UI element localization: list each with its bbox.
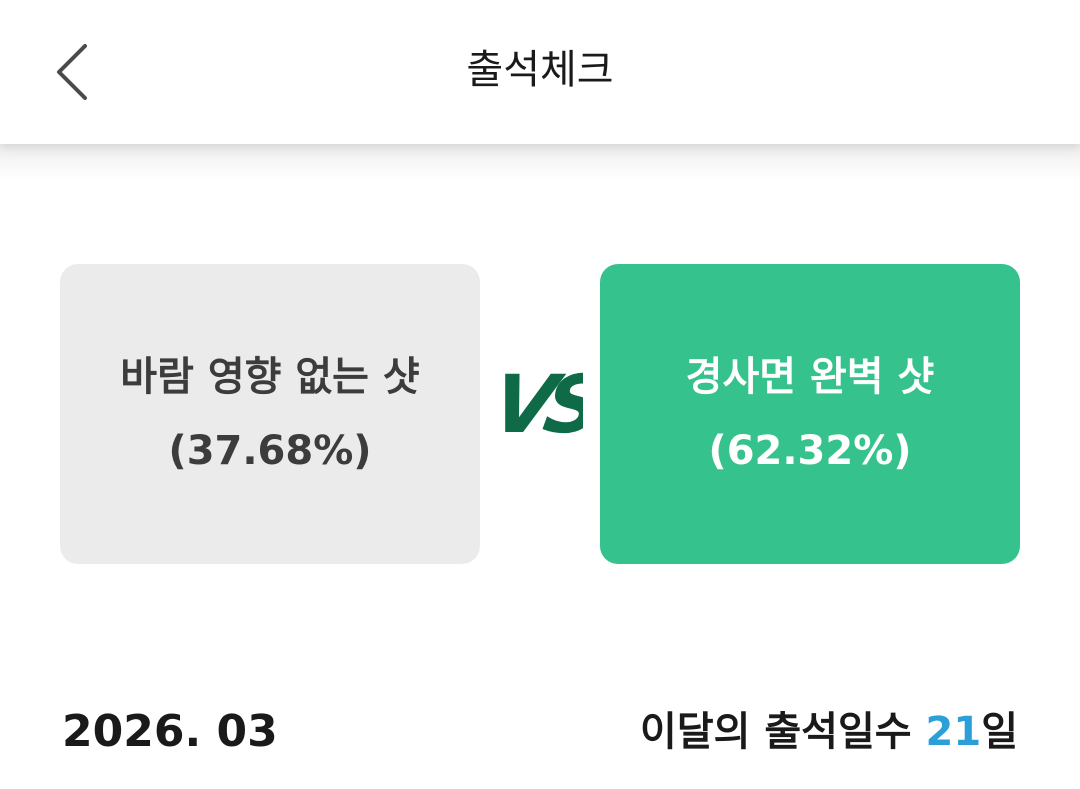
vs-badge: VS: [497, 359, 583, 446]
option-label: 바람 영향 없는 샷: [120, 354, 420, 400]
option-percent: (37.68%): [168, 428, 372, 474]
option-label: 경사면 완벽 샷: [685, 354, 935, 400]
attendance-count: 21: [925, 709, 982, 755]
attendance-unit: 일: [981, 709, 1018, 755]
app-header: 출석체크: [0, 0, 1080, 144]
vote-option-right[interactable]: 경사면 완벽 샷 (62.32%): [600, 264, 1020, 564]
vote-option-left[interactable]: 바람 영향 없는 샷 (37.68%): [60, 264, 480, 564]
current-month: 2026. 03: [62, 706, 278, 757]
page-title: 출석체크: [466, 47, 614, 93]
vs-text: VS: [497, 359, 583, 446]
monthly-attendance: 이달의 출석일수 21일: [640, 700, 1018, 764]
header-shadow: [0, 144, 1080, 180]
option-percent: (62.32%): [708, 428, 912, 474]
attendance-label: 이달의 출석일수: [640, 709, 912, 755]
